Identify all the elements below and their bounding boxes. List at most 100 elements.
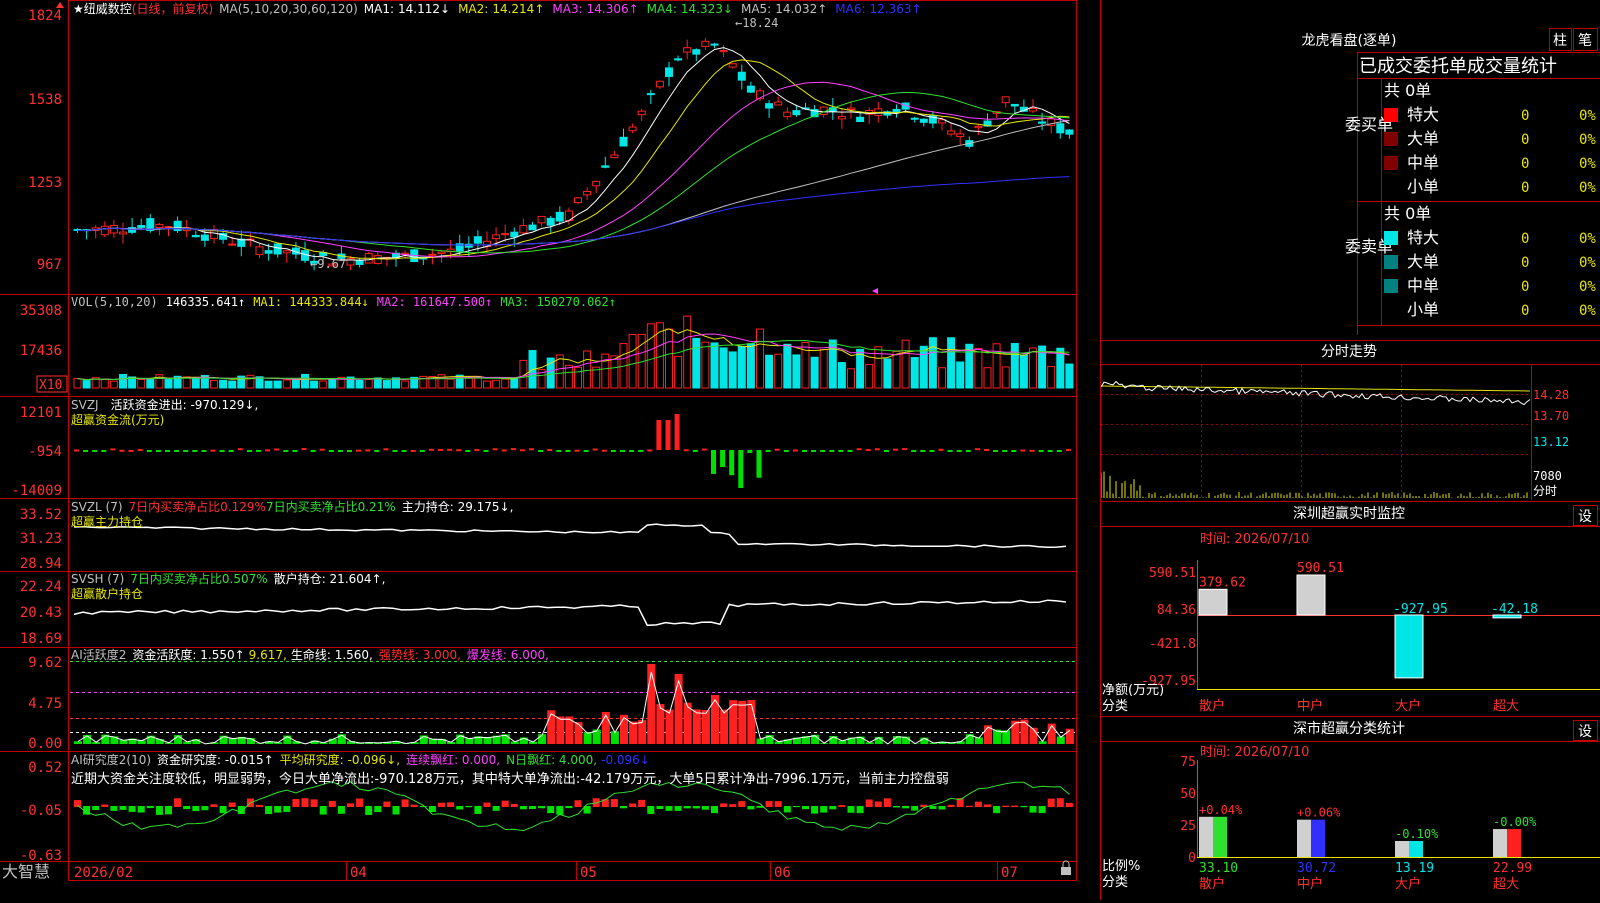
fund-flow-bar <box>911 450 916 452</box>
net-amount-value: -42.18 <box>1491 602 1538 617</box>
svzl-subtitle: 超赢主力持仓 <box>71 514 143 529</box>
sz-monitor-title: 深圳超赢实时监控 <box>1293 505 1405 522</box>
sz-monitor-settings-label: 设 <box>1578 509 1592 525</box>
ratio-bar-color <box>1213 817 1227 857</box>
fund-flow-bar <box>229 450 234 452</box>
volume-bar <box>383 381 390 388</box>
volume-panel[interactable]: 35308 17436 X10 VOL(5,10,20)146335.641↑M… <box>20 295 1073 393</box>
research-bar <box>702 806 709 810</box>
activity-bar <box>711 695 719 744</box>
volume-bar <box>302 374 309 388</box>
sz-class-panel[interactable]: 深市超赢分类统计 设 时间: 2026/07/10 75 50 25 0 +0.… <box>1101 717 1600 893</box>
ratio-change: -0.00% <box>1493 815 1537 829</box>
candle-body <box>429 254 436 255</box>
research-bar <box>857 806 864 813</box>
research-bar <box>902 806 909 808</box>
szc-ylabel: 比例% <box>1102 859 1140 874</box>
candle-body <box>283 251 290 253</box>
svzl-panel[interactable]: 33.52 31.23 28.94 SVZL (7)7日内买卖净占比0.129%… <box>20 499 1066 572</box>
activity-bar <box>584 732 592 744</box>
candle-body <box>493 235 500 239</box>
research-bar <box>274 806 281 813</box>
candle-body <box>857 117 864 121</box>
candle-body <box>1030 109 1037 111</box>
candle-body <box>911 118 918 119</box>
fund-flow-bar <box>374 450 379 452</box>
category-label: 超大 <box>1493 699 1519 714</box>
fund-flow-bar <box>520 449 525 451</box>
research-bar <box>1066 803 1073 807</box>
order-size-percent: 0% <box>1579 231 1596 247</box>
candle-body <box>1039 122 1046 123</box>
research-bar <box>666 806 673 811</box>
research-bar <box>165 806 172 814</box>
ai-activity-panel[interactable]: 9.62 4.75 0.00 AI活跃度2资金活跃度: 1.550↑9.617,… <box>28 647 1075 752</box>
fund-flow-bar <box>993 450 998 452</box>
volume-bar <box>211 381 218 388</box>
candle-body <box>720 51 727 52</box>
research-bar <box>565 806 572 808</box>
volume-bar <box>757 329 764 388</box>
lock-icon[interactable] <box>1061 867 1071 875</box>
order-size-label: 大单 <box>1407 252 1439 271</box>
price-panel[interactable]: 1824 1538 1253 967 ★纽威数控(日线，前复权)MA(5,10,… <box>28 1 1073 294</box>
order-size-percent: 0% <box>1579 255 1596 271</box>
research-bar <box>838 805 845 807</box>
right-sidebar[interactable]: 龙虎看盘(逐单) 柱 笔 已成交委托单成交量统计 委买单 委卖单 共 0单 共 … <box>1100 0 1600 900</box>
research-bar <box>638 800 645 807</box>
research-bar <box>338 806 345 814</box>
candle-body <box>138 226 145 228</box>
ratio-bar-color <box>1507 829 1521 857</box>
volume-bar <box>838 363 845 388</box>
candle-body <box>556 212 563 221</box>
research-bar <box>511 804 518 807</box>
fund-flow-bar <box>929 450 934 452</box>
fund-flow-bar <box>129 450 134 452</box>
activity-bar <box>629 722 637 744</box>
fund-flow-bar <box>338 450 343 452</box>
research-bar <box>183 806 190 809</box>
ratio-bar-color <box>1311 820 1325 857</box>
research-bar <box>402 799 409 807</box>
candle-body <box>656 81 663 87</box>
volume-bar <box>493 380 500 388</box>
volume-bar <box>1020 355 1027 388</box>
research-bar <box>502 801 509 807</box>
svzl-legend: SVZL (7)7日内买卖净占比0.129%7日内买卖净占比0.21%主力持仓:… <box>71 499 513 514</box>
order-size-count: 0 <box>1521 279 1529 295</box>
intraday-panel[interactable]: 分时走势 14.28 13.70 13.12 7080 分时 <box>1101 341 1600 501</box>
research-bar <box>1048 799 1055 807</box>
order-size-swatch <box>1384 231 1398 245</box>
ratio-bar-base <box>1297 820 1311 857</box>
order-size-swatch <box>1384 108 1398 122</box>
candle-body <box>229 244 236 245</box>
ai-research-panel[interactable]: 0.52 -0.05 -0.63 AI研究度2(10)资金研究度: -0.015… <box>20 752 1073 864</box>
main-chart-area[interactable]: 1824 1538 1253 967 ★纽威数控(日线，前复权)MA(5,10,… <box>0 0 1100 900</box>
panel-frames <box>0 1 1077 881</box>
candle-body <box>675 59 682 60</box>
candle-body <box>729 64 736 67</box>
fund-flow-bar <box>393 450 398 452</box>
volume-bar <box>110 381 117 388</box>
fund-flow-bar <box>511 448 516 450</box>
volume-bar <box>984 368 991 388</box>
svsh-panel[interactable]: 22.24 20.43 18.69 SVSH (7)7日内买卖净占比0.507%… <box>20 571 1066 647</box>
activity-bar <box>1048 724 1056 744</box>
research-bar <box>474 806 481 814</box>
fund-flow-bar <box>948 450 953 452</box>
research-bar <box>120 806 127 810</box>
moving-average-lines <box>78 48 1070 261</box>
svzj-panel[interactable]: 12101 -954 -14009 SVZJ活跃资金进出: -970.129↓,… <box>11 397 1070 499</box>
order-size-swatch <box>1384 156 1398 170</box>
research-bar <box>174 798 181 807</box>
fund-flow-bar <box>565 450 570 452</box>
fund-flow-bar <box>302 448 307 450</box>
research-bar <box>675 806 682 811</box>
net-amount-value: -927.95 <box>1393 602 1448 617</box>
dragon-tiger-board[interactable]: 龙虎看盘(逐单) 柱 笔 已成交委托单成交量统计 委买单 委卖单 共 0单 共 … <box>1302 29 1600 336</box>
research-bar <box>365 806 372 815</box>
fund-flow-bar <box>83 450 88 452</box>
fund-flow-bar <box>1057 450 1062 452</box>
volume-bar <box>374 378 381 388</box>
sz-monitor-panel[interactable]: 深圳超赢实时监控 设 时间: 2026/07/10 590.51 84.36 -… <box>1101 502 1600 715</box>
